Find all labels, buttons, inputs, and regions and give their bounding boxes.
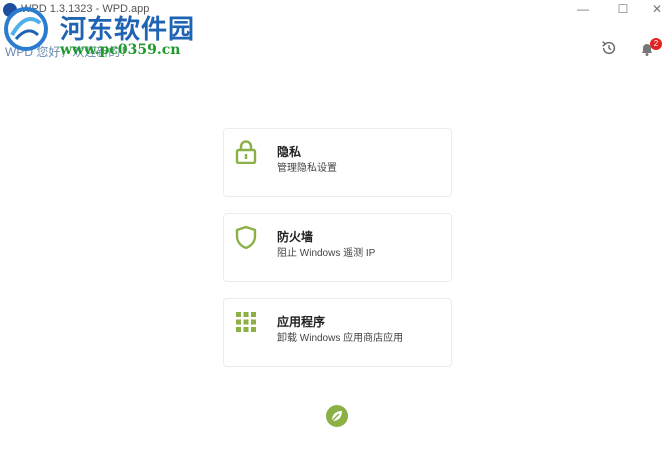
history-icon[interactable] bbox=[600, 39, 618, 57]
watermark-url: www.pc0359.cn bbox=[60, 42, 181, 58]
privacy-description: 管理隐私设置 bbox=[277, 163, 337, 174]
apps-description: 卸载 Windows 应用商店应用 bbox=[277, 333, 404, 344]
watermark-title: 河东软件园 bbox=[60, 15, 196, 45]
privacy-card[interactable]: 隐私 管理隐私设置 bbox=[223, 128, 452, 197]
firewall-description: 阻止 Windows 遥测 IP bbox=[277, 248, 376, 259]
shield-icon bbox=[235, 225, 257, 249]
lock-icon bbox=[235, 140, 257, 164]
leaf-icon[interactable] bbox=[326, 405, 348, 427]
firewall-card[interactable]: 防火墙 阻止 Windows 遥测 IP bbox=[223, 213, 452, 282]
apps-title: 应用程序 bbox=[277, 315, 326, 329]
notification-badge: 2 bbox=[650, 38, 662, 50]
watermark-logo-icon bbox=[4, 7, 48, 51]
firewall-title: 防火墙 bbox=[277, 230, 314, 244]
privacy-title: 隐私 bbox=[277, 145, 302, 159]
apps-grid-icon bbox=[236, 312, 256, 332]
minimize-button[interactable]: — bbox=[563, 0, 603, 20]
apps-card[interactable]: 应用程序 卸载 Windows 应用商店应用 bbox=[223, 298, 452, 367]
close-button[interactable]: ✕ bbox=[637, 0, 670, 20]
